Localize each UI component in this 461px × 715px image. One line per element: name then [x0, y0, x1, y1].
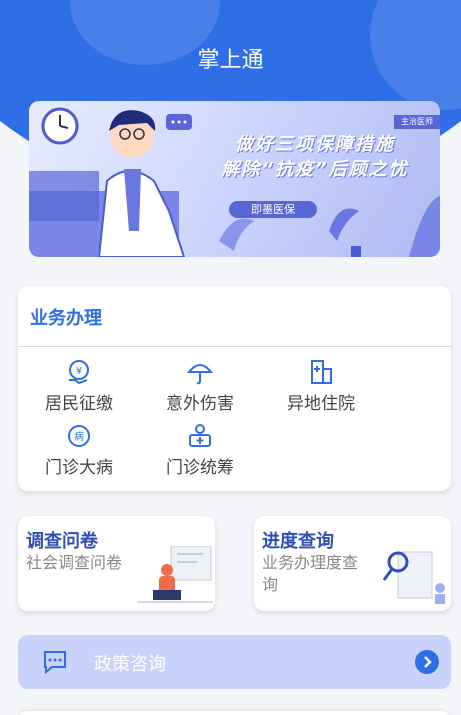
survey-title: 调查问卷	[26, 531, 98, 552]
banner-headline-line1: 做好三项保障措施	[235, 134, 395, 155]
umbrella-icon	[186, 364, 214, 385]
medical-kit-icon	[189, 424, 211, 447]
svg-text:¥: ¥	[76, 366, 82, 377]
service-label: 异地住院	[287, 394, 355, 414]
banner-corner-tag: 主治医师	[394, 115, 440, 129]
next-card-peek	[18, 711, 451, 715]
progress-subtitle-line1: 业务办理度查	[262, 553, 359, 572]
service-label: 门诊大病	[45, 458, 113, 478]
service-item-outpatient-disease[interactable]: 病 门诊大病	[24, 422, 134, 478]
payment-icon: ¥	[69, 360, 89, 385]
policy-consult-bar[interactable]: 政策咨询	[18, 635, 451, 689]
progress-illustration	[382, 551, 445, 604]
banner-pill: 即墨医保	[229, 201, 317, 218]
promo-banner[interactable]: 做好三项保障措施 解除“抗疫”后顾之忧 即墨医保 主治医师	[29, 101, 440, 257]
policy-label: 政策咨询	[94, 654, 166, 675]
survey-subtitle: 社会调查问卷	[26, 553, 123, 572]
progress-subtitle: 业务办理度查 询	[262, 552, 358, 596]
service-title: 业务办理	[30, 308, 102, 329]
progress-subtitle-line2: 询	[262, 575, 279, 594]
service-label: 意外伤害	[166, 394, 234, 414]
banner-headline: 做好三项保障措施 解除“抗疫”后顾之忧	[215, 132, 415, 182]
progress-card[interactable]: 进度查询 业务办理度查 询	[254, 516, 451, 611]
service-item-offsite-hospital[interactable]: 异地住院	[266, 358, 376, 414]
page-title: 掌上通	[197, 48, 264, 73]
banner-headline-line2: 解除“抗疫”后顾之忧	[221, 159, 409, 180]
progress-title: 进度查询	[262, 531, 334, 552]
chat-icon	[44, 651, 66, 675]
service-card: 业务办理 ¥ 居民征缴 意外伤害 异地住院 病 门诊大病 门诊统筹	[18, 286, 451, 491]
survey-illustration	[137, 546, 213, 603]
survey-card[interactable]: 调查问卷 社会调查问卷	[18, 516, 215, 611]
service-item-accident-injury[interactable]: 意外伤害	[145, 358, 255, 414]
svg-text:病: 病	[74, 430, 84, 443]
service-item-outpatient-pooling[interactable]: 门诊统筹	[145, 422, 255, 478]
service-label: 门诊统筹	[166, 458, 234, 478]
hospital-building-icon	[311, 360, 332, 384]
chevron-right-icon[interactable]	[415, 650, 439, 674]
service-item-resident-payment[interactable]: ¥ 居民征缴	[24, 358, 134, 414]
disease-icon: 病	[68, 425, 90, 447]
service-label: 居民征缴	[45, 394, 113, 414]
service-divider	[18, 346, 451, 347]
